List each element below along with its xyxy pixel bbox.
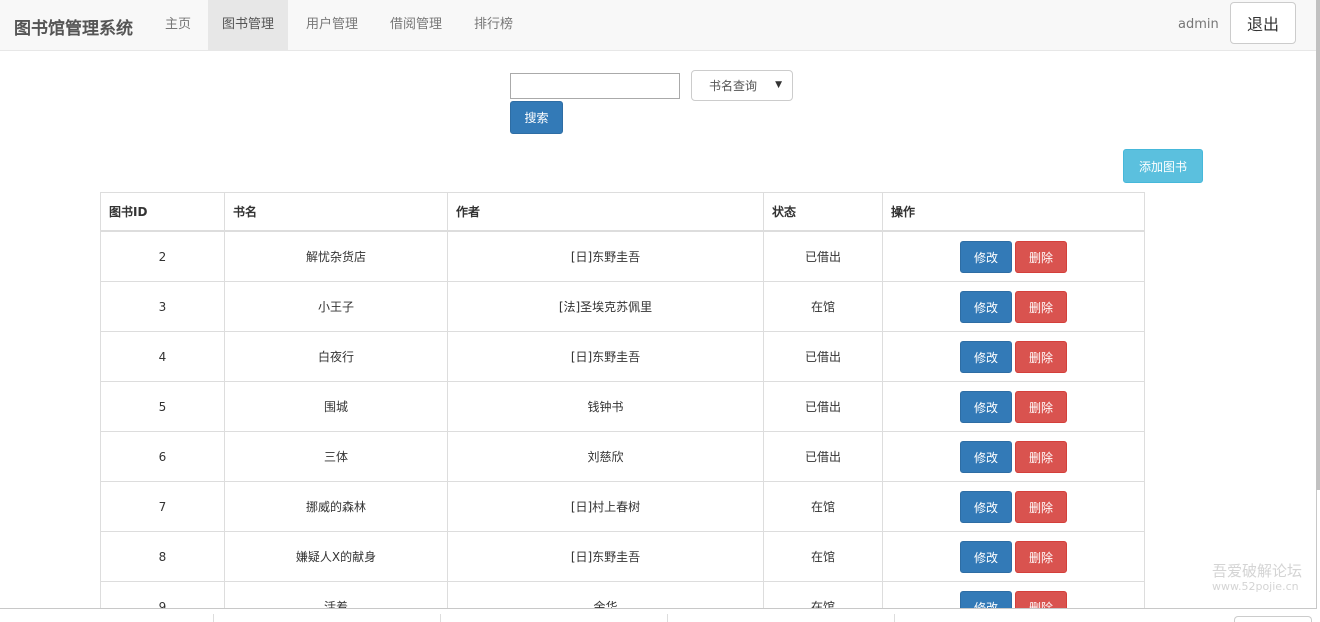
partial-element: [1234, 616, 1312, 622]
actions-cell: 修改 删除: [882, 230, 1145, 282]
watermark-line2: www.52pojie.cn: [1212, 580, 1299, 593]
actions-cell: 修改 删除: [882, 581, 1145, 608]
divider: [213, 614, 214, 622]
book-status-cell: 在馆: [763, 531, 883, 582]
current-user: admin: [1178, 17, 1219, 32]
delete-button[interactable]: 删除: [1015, 240, 1067, 273]
book-title-cell: 挪威的森林: [224, 481, 448, 532]
book-title-cell: 解忧杂货店: [224, 230, 448, 282]
book-id-cell: 8: [100, 531, 225, 582]
edit-button[interactable]: 修改: [960, 540, 1012, 573]
book-title-cell: 白夜行: [224, 331, 448, 382]
search-button[interactable]: 搜索: [510, 101, 563, 134]
book-status-cell: 已借出: [763, 431, 883, 482]
search-input[interactable]: [510, 73, 680, 99]
edit-button[interactable]: 修改: [960, 340, 1012, 373]
book-author-cell: [法]圣埃克苏佩里: [447, 281, 764, 332]
book-author-cell: 刘慈欣: [447, 431, 764, 482]
delete-button[interactable]: 删除: [1015, 290, 1067, 323]
book-status-cell: 在馆: [763, 581, 883, 608]
divider: [894, 614, 895, 622]
delete-button[interactable]: 删除: [1015, 540, 1067, 573]
book-id-cell: 4: [100, 331, 225, 382]
book-id-cell: 6: [100, 431, 225, 482]
search-type-value: 书名查询: [709, 79, 758, 93]
watermark-line1: 吾爱破解论坛: [1212, 562, 1303, 580]
book-id-cell: 7: [100, 481, 225, 532]
book-author-cell: [日]东野圭吾: [447, 230, 764, 282]
book-author-cell: [日]东野圭吾: [447, 531, 764, 582]
nav-item-ranking[interactable]: 排行榜: [460, 0, 527, 50]
actions-cell: 修改 删除: [882, 481, 1145, 532]
column-header-title: 书名: [224, 192, 448, 232]
book-author-cell: [日]东野圭吾: [447, 331, 764, 382]
column-header-status: 状态: [763, 192, 883, 232]
book-author-cell: [日]村上春树: [447, 481, 764, 532]
book-title-cell: 小王子: [224, 281, 448, 332]
table-row: 4 白夜行 [日]东野圭吾 已借出 修改 删除: [100, 331, 1145, 382]
nav-item-book-management[interactable]: 图书管理: [208, 0, 289, 50]
actions-cell: 修改 删除: [882, 381, 1145, 432]
brand-title[interactable]: 图书馆管理系统: [14, 14, 133, 39]
add-book-button[interactable]: 添加图书: [1123, 149, 1203, 183]
book-title-cell: 活着: [224, 581, 448, 608]
table-row: 9 活着 余华 在馆 修改 删除: [100, 581, 1145, 608]
actions-cell: 修改 删除: [882, 531, 1145, 582]
book-status-cell: 已借出: [763, 331, 883, 382]
caret-down-icon: ▼: [775, 80, 782, 90]
book-status-cell: 已借出: [763, 381, 883, 432]
delete-button[interactable]: 删除: [1015, 490, 1067, 523]
edit-button[interactable]: 修改: [960, 440, 1012, 473]
actions-cell: 修改 删除: [882, 331, 1145, 382]
column-header-actions: 操作: [882, 192, 1145, 232]
books-table: 图书ID 书名 作者 状态 操作 2 解忧杂货店 [日]东野圭吾 已借出 修改 删除 3 小王…: [100, 192, 1145, 608]
scrollbar[interactable]: [1316, 0, 1320, 490]
edit-button[interactable]: 修改: [960, 240, 1012, 273]
nav-item-borrow-management[interactable]: 借阅管理: [376, 0, 456, 50]
book-status-cell: 在馆: [763, 281, 883, 332]
edit-button[interactable]: 修改: [960, 390, 1012, 423]
divider: [667, 614, 668, 622]
book-status-cell: 在馆: [763, 481, 883, 532]
table-row: 3 小王子 [法]圣埃克苏佩里 在馆 修改 删除: [100, 281, 1145, 332]
book-id-cell: 5: [100, 381, 225, 432]
navbar: 图书馆管理系统 主页 图书管理 用户管理 借阅管理 排行榜 admin 退出: [0, 0, 1316, 51]
watermark: 吾爱破解论坛 www.52pojie.cn: [1212, 562, 1316, 594]
divider: [440, 614, 441, 622]
delete-button[interactable]: 删除: [1015, 590, 1067, 608]
table-row: 8 嫌疑人X的献身 [日]东野圭吾 在馆 修改 删除: [100, 531, 1145, 582]
logout-button[interactable]: 退出: [1230, 2, 1296, 44]
book-title-cell: 嫌疑人X的献身: [224, 531, 448, 582]
book-title-cell: 围城: [224, 381, 448, 432]
table-body: 2 解忧杂货店 [日]东野圭吾 已借出 修改 删除 3 小王子 [法]圣埃克苏佩里 在馆 修改 删除 4…: [100, 230, 1145, 608]
book-author-cell: 余华: [447, 581, 764, 608]
edit-button[interactable]: 修改: [960, 490, 1012, 523]
edit-button[interactable]: 修改: [960, 290, 1012, 323]
search-type-select[interactable]: 书名查询 ▼: [691, 70, 793, 101]
table-row: 2 解忧杂货店 [日]东野圭吾 已借出 修改 删除: [100, 230, 1145, 282]
book-id-cell: 2: [100, 230, 225, 282]
book-id-cell: 9: [100, 581, 225, 608]
actions-cell: 修改 删除: [882, 431, 1145, 482]
actions-cell: 修改 删除: [882, 281, 1145, 332]
nav-item-user-management[interactable]: 用户管理: [292, 0, 372, 50]
table-row: 6 三体 刘慈欣 已借出 修改 删除: [100, 431, 1145, 482]
column-header-id: 图书ID: [100, 192, 225, 232]
table-row: 7 挪威的森林 [日]村上春树 在馆 修改 删除: [100, 481, 1145, 532]
book-title-cell: 三体: [224, 431, 448, 482]
column-header-author: 作者: [447, 192, 764, 232]
edit-button[interactable]: 修改: [960, 590, 1012, 608]
delete-button[interactable]: 删除: [1015, 390, 1067, 423]
delete-button[interactable]: 删除: [1015, 340, 1067, 373]
delete-button[interactable]: 删除: [1015, 440, 1067, 473]
app-frame: 图书馆管理系统 主页 图书管理 用户管理 借阅管理 排行榜 admin 退出 书…: [0, 0, 1317, 609]
table-row: 5 围城 钱钟书 已借出 修改 删除: [100, 381, 1145, 432]
nav-item-home[interactable]: 主页: [151, 0, 205, 50]
book-status-cell: 已借出: [763, 230, 883, 282]
book-id-cell: 3: [100, 281, 225, 332]
table-header-row: 图书ID 书名 作者 状态 操作: [100, 192, 1145, 232]
book-author-cell: 钱钟书: [447, 381, 764, 432]
